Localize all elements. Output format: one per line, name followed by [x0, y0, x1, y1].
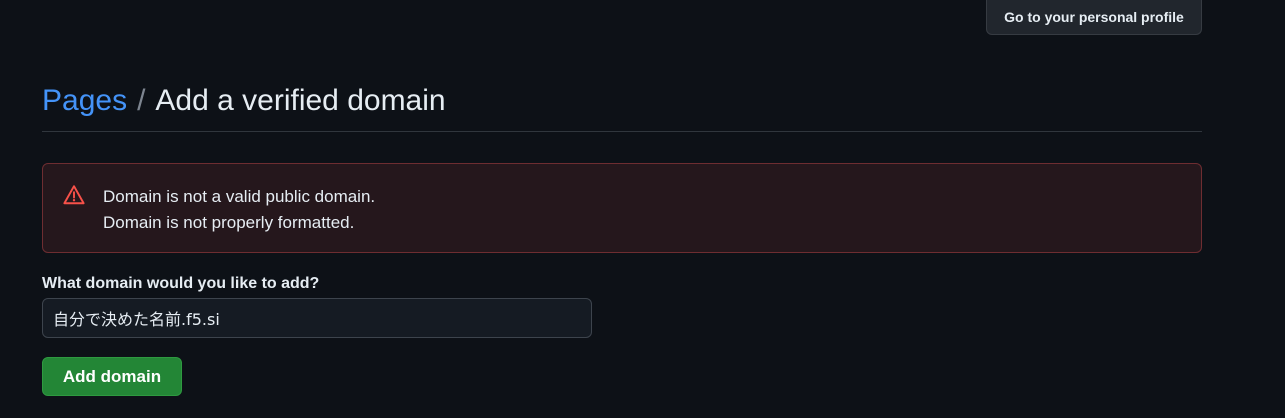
error-flash-banner: Domain is not a valid public domain. Dom… [42, 163, 1202, 253]
error-message: Domain is not properly formatted. [103, 213, 355, 232]
page: Go to your personal profile Pages / Add … [0, 0, 1285, 418]
alert-triangle-icon [63, 184, 85, 206]
error-messages: Domain is not a valid public domain. Dom… [103, 184, 375, 236]
domain-field-label: What domain would you like to add? [42, 275, 320, 292]
add-domain-button[interactable]: Add domain [42, 357, 182, 396]
go-to-personal-profile-button[interactable]: Go to your personal profile [986, 0, 1202, 35]
breadcrumb-pages-link[interactable]: Pages [42, 83, 127, 119]
page-title: Add a verified domain [155, 84, 446, 117]
breadcrumb-separator: / [137, 84, 146, 117]
page-header: Pages / Add a verified domain [42, 83, 1202, 132]
error-message: Domain is not a valid public domain. [103, 187, 376, 206]
domain-input[interactable] [42, 298, 592, 338]
